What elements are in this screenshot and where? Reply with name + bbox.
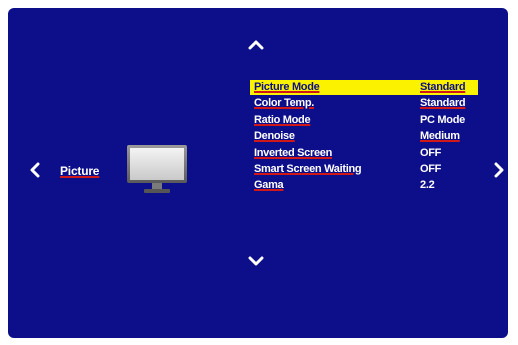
menu-item-label: Picture Mode	[254, 81, 320, 93]
menu-item-value: OFF	[420, 162, 442, 175]
menu-item-label: Color Temp.	[254, 97, 315, 110]
osd-menu-screen: Picture Picture Mode Standard Color Temp…	[8, 8, 508, 338]
menu-item-label: Inverted Screen	[254, 146, 333, 159]
category-label: Picture	[60, 164, 100, 178]
menu-item-denoise[interactable]: Denoise Medium	[250, 129, 478, 144]
menu-item-value: OFF	[420, 146, 442, 159]
menu-item-inverted-screen[interactable]: Inverted Screen OFF	[250, 146, 478, 161]
tv-monitor-icon	[126, 144, 188, 196]
menu-item-label: Gama	[254, 179, 284, 192]
menu-item-label: Smart Screen Waiting	[254, 162, 362, 175]
menu-item-value: Standard	[420, 97, 466, 110]
menu-item-color-temp[interactable]: Color Temp. Standard	[250, 96, 478, 111]
menu-item-label: Ratio Mode	[254, 113, 311, 126]
menu-item-ratio-mode[interactable]: Ratio Mode PC Mode	[250, 113, 478, 128]
menu-item-picture-mode[interactable]: Picture Mode Standard	[250, 80, 478, 95]
menu-item-value: 2.2	[420, 179, 435, 192]
menu-item-value: Standard	[420, 81, 466, 93]
settings-menu: Picture Mode Standard Color Temp. Standa…	[250, 80, 478, 195]
menu-item-value: PC Mode	[420, 113, 465, 126]
chevron-up-icon[interactable]	[248, 40, 264, 50]
chevron-right-icon[interactable]	[494, 162, 504, 178]
menu-item-smart-screen-waiting[interactable]: Smart Screen Waiting OFF	[250, 162, 478, 177]
chevron-down-icon[interactable]	[248, 256, 264, 266]
chevron-left-icon[interactable]	[30, 162, 40, 178]
menu-item-label: Denoise	[254, 130, 295, 143]
menu-item-gama[interactable]: Gama 2.2	[250, 178, 478, 193]
menu-item-value: Medium	[420, 130, 460, 143]
